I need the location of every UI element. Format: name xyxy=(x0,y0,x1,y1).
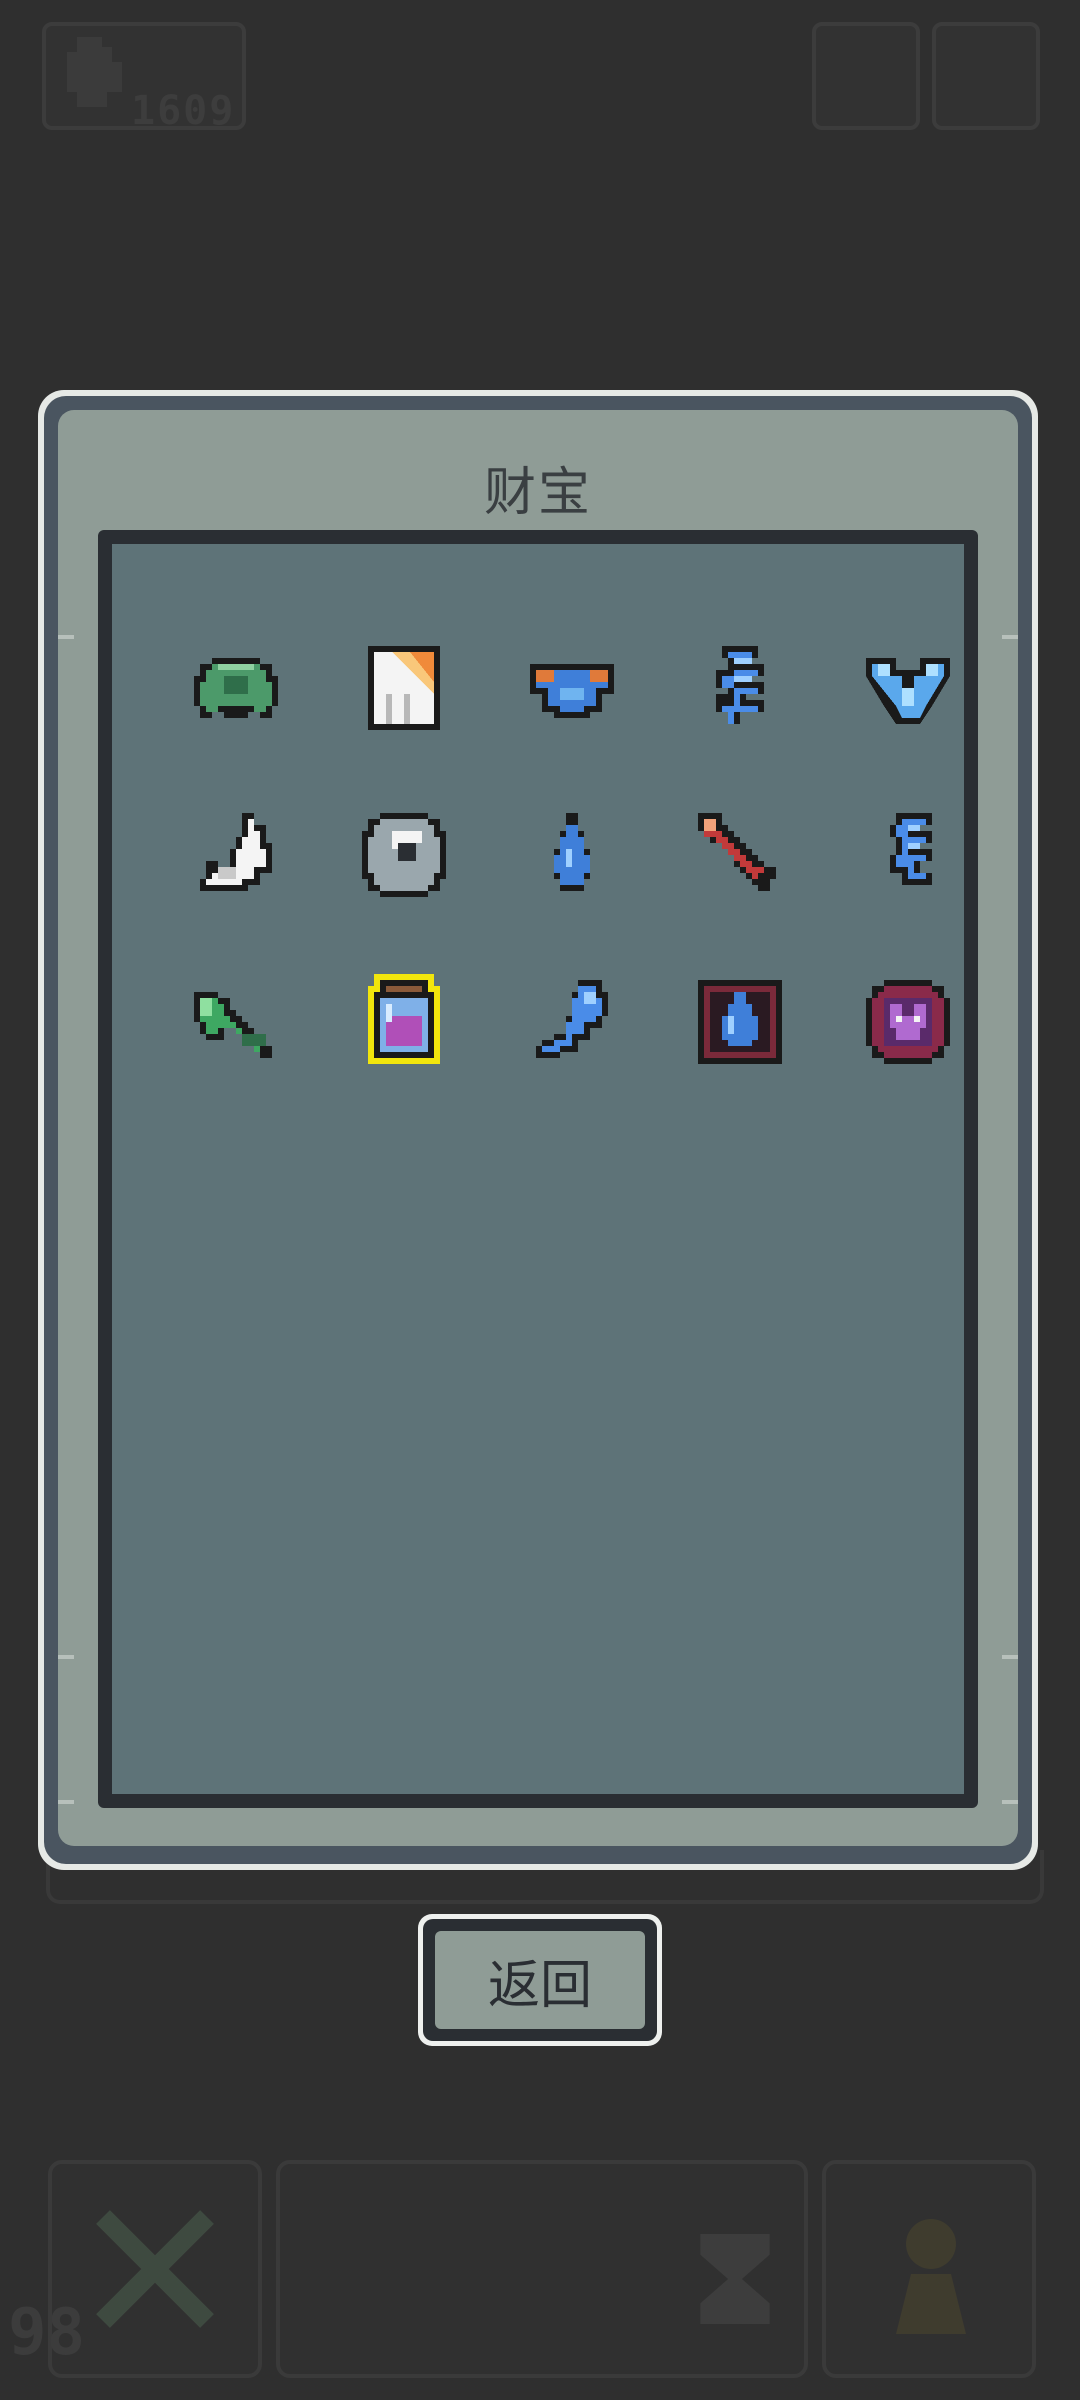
red-arrow-icon xyxy=(698,812,776,891)
blue-mask-icon xyxy=(530,663,614,718)
item-list-frame xyxy=(98,530,978,1808)
treasure-item[interactable] xyxy=(152,771,320,938)
treasure-item[interactable] xyxy=(320,771,488,938)
treasure-item[interactable] xyxy=(488,938,656,1105)
crossed-swords-icon xyxy=(96,2210,214,2328)
treasure-panel: 财宝 xyxy=(38,390,1038,1870)
panel-title: 财宝 xyxy=(483,463,592,523)
character-icon xyxy=(896,2219,966,2334)
stone-orb-icon xyxy=(362,812,446,897)
back-button[interactable]: 返回 xyxy=(418,1914,662,2046)
water-rune-card-icon xyxy=(698,979,782,1064)
treasure-item[interactable] xyxy=(656,938,824,1105)
item-list xyxy=(112,544,964,1794)
blue-feather-icon xyxy=(890,812,932,885)
level-number: 98 xyxy=(8,2296,86,2370)
turtle-shell-icon xyxy=(194,657,278,718)
treasure-item[interactable] xyxy=(824,771,992,938)
treasure-item-selected[interactable] xyxy=(320,938,488,1105)
blue-wing-icon xyxy=(716,645,764,724)
treasure-item[interactable] xyxy=(488,604,656,771)
orange-banner-icon xyxy=(368,645,440,730)
demon-medal-icon xyxy=(866,979,950,1064)
treasure-item[interactable] xyxy=(152,604,320,771)
gold-counter: 1609 xyxy=(42,22,246,134)
treasure-item[interactable] xyxy=(656,771,824,938)
green-axe-icon xyxy=(194,991,272,1058)
white-fang-icon xyxy=(200,812,272,891)
hourglass-icon xyxy=(700,2234,770,2324)
hud-button-1[interactable] xyxy=(812,22,920,130)
treasure-item[interactable] xyxy=(656,604,824,771)
potion-jar-icon xyxy=(368,973,440,1064)
back-button-label: 返回 xyxy=(435,1931,645,2029)
treasure-item[interactable] xyxy=(824,604,992,771)
treasure-item[interactable] xyxy=(320,604,488,771)
pixel-fist-icon xyxy=(67,37,122,107)
blue-spirit-icon xyxy=(536,979,608,1058)
treasure-item[interactable] xyxy=(488,771,656,938)
water-drop-icon xyxy=(554,812,590,891)
gold-amount: 1609 xyxy=(131,88,236,134)
hud-button-2[interactable] xyxy=(932,22,1040,130)
action-slot[interactable] xyxy=(276,2160,808,2378)
character-slot[interactable] xyxy=(822,2160,1036,2378)
ice-crystal-icon xyxy=(866,657,950,724)
treasure-item[interactable] xyxy=(152,938,320,1105)
treasure-item[interactable] xyxy=(824,938,992,1105)
